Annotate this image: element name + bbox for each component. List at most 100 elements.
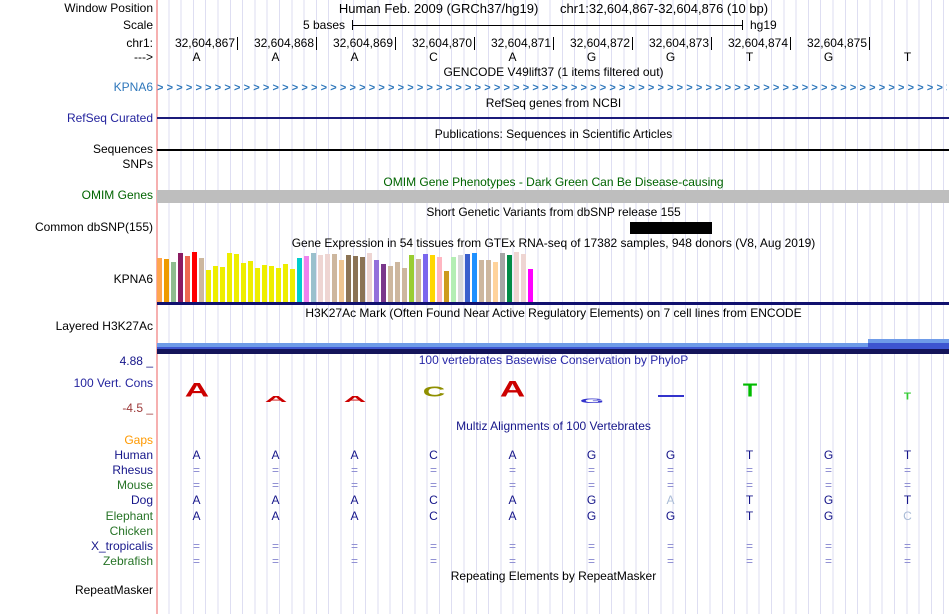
gtex-tissue-bar[interactable] [416,259,421,302]
gtex-tissue-bar[interactable] [206,270,211,302]
gtex-tissue-bar[interactable] [395,262,400,302]
multiz-alignment-cell[interactable]: A [344,494,366,507]
gtex-tissue-bar[interactable] [388,266,393,302]
omim-gene-bar[interactable] [157,190,949,203]
multiz-alignment-cell[interactable]: = [660,479,682,492]
gtex-tissue-bar[interactable] [311,253,316,302]
gtex-tissue-bar[interactable] [423,254,428,302]
gtex-tissue-bar[interactable] [472,253,477,302]
coordinate-label[interactable]: 32,604,874 [700,37,791,50]
gtex-tissue-bar[interactable] [479,260,484,302]
gtex-tissue-bar[interactable] [465,254,470,302]
multiz-species-label-human[interactable]: Human [0,449,153,462]
multiz-species-label-rhesus[interactable]: Rhesus [0,464,153,477]
coordinate-label[interactable]: 32,604,868 [226,37,317,50]
multiz-alignment-cell[interactable]: T [739,449,761,462]
gtex-tissue-bar[interactable] [220,267,225,302]
multiz-alignment-cell[interactable]: = [897,555,919,568]
multiz-alignment-cell[interactable]: A [502,449,524,462]
multiz-alignment-cell[interactable]: = [897,540,919,553]
multiz-alignment-cell[interactable]: G [818,494,840,507]
coordinate-label[interactable]: 32,604,869 [305,37,396,50]
gtex-tissue-bar[interactable] [528,269,533,302]
conservation-letter[interactable]: T [741,381,759,401]
gtex-tissue-bar[interactable] [283,264,288,302]
multiz-alignment-cell[interactable]: = [265,540,287,553]
multiz-alignment-cell[interactable]: = [818,464,840,477]
publications-sequence-line[interactable] [157,149,949,151]
multiz-alignment-cell[interactable]: = [581,479,603,492]
gtex-tissue-bar[interactable] [255,268,260,302]
gtex-tissue-bar[interactable] [332,254,337,302]
multiz-alignment-cell[interactable]: A [660,494,682,507]
layered-h3k27ac-label[interactable]: Layered H3K27Ac [0,320,153,333]
multiz-alignment-cell[interactable]: A [502,510,524,523]
gtex-tissue-bar[interactable] [521,254,526,302]
multiz-alignment-cell[interactable]: = [502,540,524,553]
gtex-tissue-bar[interactable] [430,255,435,302]
gtex-tissue-bar[interactable] [241,263,246,302]
multiz-alignment-cell[interactable]: = [186,555,208,568]
multiz-alignment-cell[interactable]: = [344,479,366,492]
multiz-alignment-cell[interactable]: = [739,540,761,553]
multiz-alignment-cell[interactable]: = [344,540,366,553]
gtex-tissue-bar[interactable] [171,262,176,302]
multiz-alignment-cell[interactable]: T [897,494,919,507]
multiz-alignment-cell[interactable]: C [423,449,445,462]
multiz-alignment-cell[interactable]: C [423,510,445,523]
multiz-species-label-chicken[interactable]: Chicken [0,525,153,538]
gencode-track-title[interactable]: GENCODE V49lift37 (1 items filtered out) [157,66,950,79]
gtex-tissue-bar[interactable] [164,259,169,302]
phylop-track-label[interactable]: 100 Vert. Cons [0,377,153,390]
multiz-species-label-elephant[interactable]: Elephant [0,510,153,523]
gtex-tissue-bar[interactable] [486,260,491,302]
multiz-alignment-cell[interactable]: = [739,479,761,492]
gtex-tissue-bar[interactable] [199,258,204,302]
multiz-alignment-cell[interactable]: = [660,540,682,553]
h3k27ac-track-title[interactable]: H3K27Ac Mark (Often Found Near Active Re… [157,307,950,320]
multiz-alignment-cell[interactable]: A [344,510,366,523]
gtex-tissue-bar[interactable] [346,255,351,302]
gtex-tissue-bar[interactable] [325,254,330,302]
multiz-alignment-cell[interactable]: A [502,494,524,507]
phylop-track-title[interactable]: 100 vertebrates Basewise Conservation by… [157,354,950,367]
multiz-species-label-x_tropicalis[interactable]: X_tropicalis [0,540,153,553]
gtex-tissue-bar[interactable] [318,255,323,302]
gtex-tissue-bar[interactable] [437,257,442,302]
multiz-alignment-cell[interactable]: = [344,555,366,568]
multiz-alignment-cell[interactable]: = [186,479,208,492]
gtex-gene-label[interactable]: KPNA6 [0,273,153,286]
multiz-alignment-cell[interactable]: = [581,555,603,568]
coordinate-label[interactable]: 32,604,867 [147,37,238,50]
gtex-tissue-bar[interactable] [248,261,253,302]
multiz-alignment-cell[interactable]: A [265,510,287,523]
conservation-letter[interactable]: A [499,377,526,402]
multiz-alignment-cell[interactable]: T [739,510,761,523]
multiz-alignment-cell[interactable]: = [739,555,761,568]
gtex-tissue-bar[interactable] [458,255,463,302]
publications-track-title[interactable]: Publications: Sequences in Scientific Ar… [157,128,950,141]
gtex-tissue-bar[interactable] [185,256,190,302]
refseq-track-title[interactable]: RefSeq genes from NCBI [157,97,950,110]
gtex-tissue-bar[interactable] [339,260,344,302]
gtex-tissue-bar[interactable] [227,253,232,302]
common-dbsnp-label[interactable]: Common dbSNP(155) [0,221,153,234]
multiz-alignment-cell[interactable]: = [186,540,208,553]
multiz-alignment-cell[interactable]: = [423,540,445,553]
coordinate-label[interactable]: 32,604,871 [463,37,554,50]
gtex-tissue-bar[interactable] [493,262,498,302]
dbsnp-variant-bar[interactable] [630,222,712,234]
multiz-alignment-cell[interactable]: C [897,510,919,523]
multiz-species-label-gaps[interactable]: Gaps [0,434,153,447]
gtex-tissue-bar[interactable] [297,258,302,302]
sequences-label[interactable]: Sequences [0,143,153,156]
multiz-alignment-cell[interactable]: = [186,464,208,477]
multiz-species-label-dog[interactable]: Dog [0,494,153,507]
gtex-tissue-bar[interactable] [360,257,365,302]
multiz-alignment-cell[interactable]: = [581,540,603,553]
multiz-track-title[interactable]: Multiz Alignments of 100 Vertebrates [157,420,950,433]
multiz-alignment-cell[interactable]: A [265,449,287,462]
gtex-tissue-bar[interactable] [353,256,358,302]
dbsnp-track-title[interactable]: Short Genetic Variants from dbSNP releas… [157,206,950,219]
multiz-alignment-cell[interactable]: G [660,510,682,523]
